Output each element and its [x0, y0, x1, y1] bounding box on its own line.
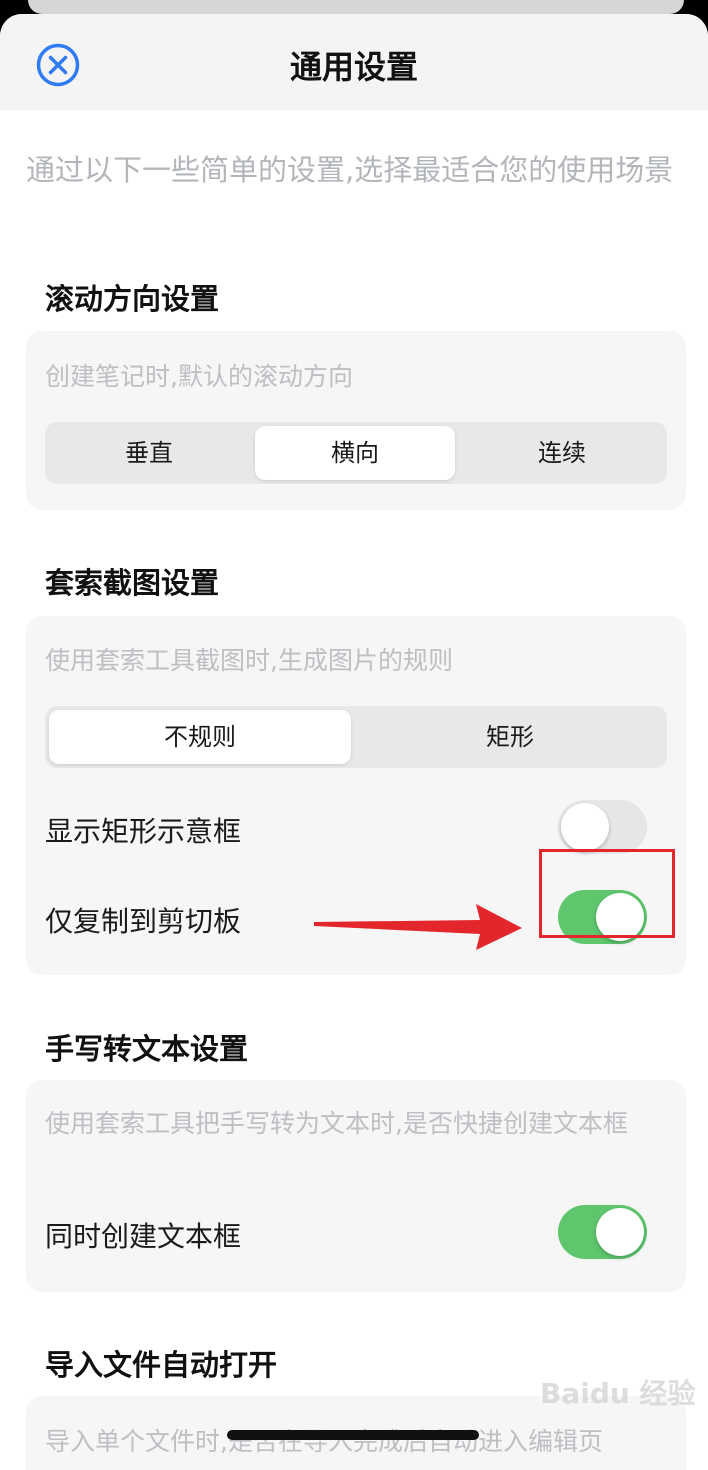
lasso-shape-segmented-control: 不规则 矩形	[45, 706, 667, 768]
intro-text: 通过以下一些简单的设置,选择最适合您的使用场景	[26, 153, 674, 187]
segment-vertical[interactable]: 垂直	[49, 426, 249, 480]
show-rectangle-frame-toggle[interactable]	[558, 800, 647, 854]
toggle-knob	[561, 803, 609, 851]
scroll-direction-description: 创建笔记时,默认的滚动方向	[45, 362, 353, 391]
section-title-handwriting-to-text: 手写转文本设置	[45, 1032, 249, 1066]
watermark-logo: Baidu 经验	[540, 1377, 696, 1410]
create-textbox-toggle[interactable]	[558, 1205, 647, 1259]
segment-horizontal[interactable]: 横向	[255, 426, 455, 480]
segment-continuous[interactable]: 连续	[461, 426, 663, 480]
handwriting-to-text-description: 使用套索工具把手写转为文本时,是否快捷创建文本框	[45, 1109, 628, 1138]
segment-rectangle[interactable]: 矩形	[357, 710, 663, 764]
toggle-knob	[596, 1208, 644, 1256]
create-textbox-label: 同时创建文本框	[45, 1220, 242, 1253]
show-rectangle-frame-label: 显示矩形示意框	[45, 815, 242, 848]
header-bar: 通用设置	[0, 14, 708, 110]
home-indicator[interactable]	[227, 1430, 479, 1440]
segment-irregular[interactable]: 不规则	[49, 710, 351, 764]
annotation-highlight-box	[539, 849, 675, 938]
page-title: 通用设置	[289, 48, 418, 86]
scroll-direction-card: 创建笔记时,默认的滚动方向 垂直 横向 连续	[26, 331, 686, 510]
section-title-lasso-screenshot: 套索截图设置	[45, 566, 220, 600]
scroll-direction-segmented-control: 垂直 横向 连续	[45, 422, 667, 484]
background-sheet	[28, 0, 684, 14]
annotation-arrow-icon	[314, 904, 522, 950]
copy-to-clipboard-only-label: 仅复制到剪切板	[45, 905, 242, 938]
lasso-screenshot-description: 使用套索工具截图时,生成图片的规则	[45, 646, 453, 675]
section-title-scroll-direction: 滚动方向设置	[45, 282, 220, 316]
handwriting-to-text-card: 使用套索工具把手写转为文本时,是否快捷创建文本框 同时创建文本框	[26, 1080, 686, 1292]
section-title-auto-open-import: 导入文件自动打开	[45, 1348, 278, 1382]
settings-sheet: 通用设置 通过以下一些简单的设置,选择最适合您的使用场景 滚动方向设置 创建笔记…	[0, 14, 708, 1470]
